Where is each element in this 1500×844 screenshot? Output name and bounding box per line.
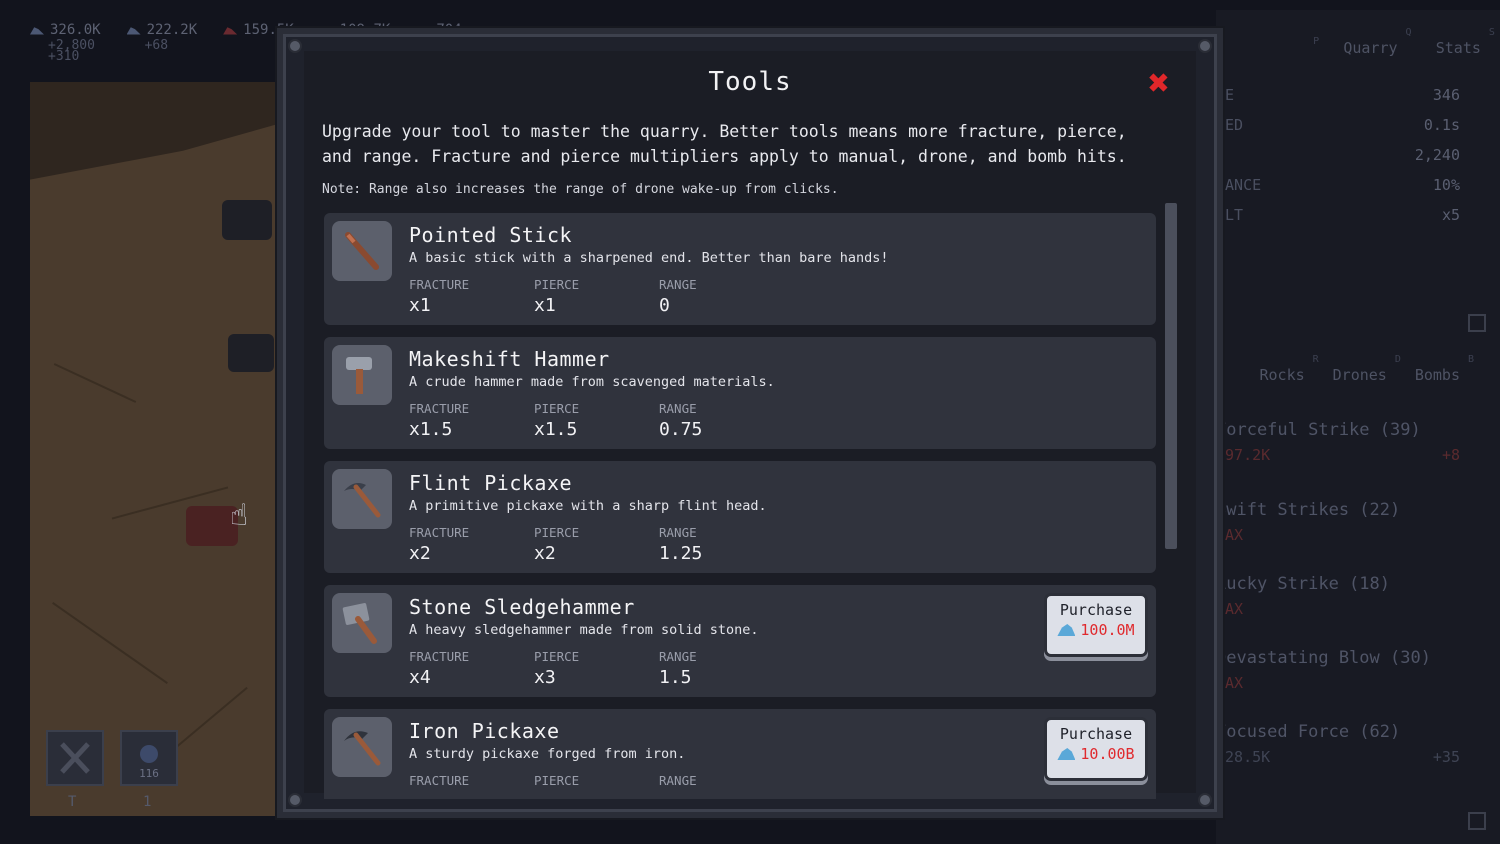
stat-range: RANGE xyxy=(659,773,697,788)
stone-icon xyxy=(30,27,44,35)
tool-thumbnail xyxy=(332,221,392,281)
stat-fracture: FRACTURE x1 xyxy=(409,277,470,316)
stat-fracture: FRACTURE x4 xyxy=(409,649,470,688)
tool-card-stone-sledgehammer: Stone Sledgehammer A heavy sledgehammer … xyxy=(324,585,1156,697)
tab-rocks[interactable]: Rocks R xyxy=(1260,354,1319,384)
stat-row: ULT x5 xyxy=(1216,206,1460,224)
tool-card-makeshift-hammer: Makeshift Hammer A crude hammer made fro… xyxy=(324,337,1156,449)
stat-range: RANGE 0 xyxy=(659,277,697,316)
stat-fracture: FRACTURE x1.5 xyxy=(409,401,470,440)
stat-pierce: PIERCE xyxy=(534,773,580,788)
tool-card-iron-pickaxe: Iron Pickaxe A sturdy pickaxe forged fro… xyxy=(324,709,1156,799)
tool-name: Pointed Stick xyxy=(409,223,573,247)
upgrade-item[interactable]: Lucky Strike (18) MAX xyxy=(1216,574,1460,618)
tool-thumbnail xyxy=(332,469,392,529)
hotkey-label: 1 xyxy=(143,794,152,810)
ore-icon xyxy=(126,27,141,35)
tool-thumbnail xyxy=(332,717,392,777)
stat-row: 2,240 xyxy=(1414,146,1460,164)
scrollbar[interactable] xyxy=(1165,203,1177,549)
purchase-button[interactable]: Purchase 10.00B xyxy=(1044,717,1148,781)
bomb-slot-button[interactable]: 116 xyxy=(120,730,178,786)
stat-range: RANGE 0.75 xyxy=(659,401,703,440)
tool-description: A crude hammer made from scavenged mater… xyxy=(409,374,775,390)
modal-note: Note: Range also increases the range of … xyxy=(322,182,839,197)
stat-pierce: PIERCE x2 xyxy=(534,525,580,564)
sledgehammer-icon xyxy=(342,603,377,644)
tool-card-flint-pickaxe: Flint Pickaxe A primitive pickaxe with a… xyxy=(324,461,1156,573)
hammer-cross-icon xyxy=(60,742,90,774)
stat-range: RANGE 1.5 xyxy=(659,649,697,688)
stick-icon xyxy=(345,232,379,270)
right-panel: P Quarry Q Stats S RE 346 EED 0.1s 2,240 HAN… xyxy=(1216,10,1500,844)
close-icon: ✖ xyxy=(1148,63,1170,104)
tool-name: Makeshift Hammer xyxy=(409,347,610,371)
modal-title: Tools xyxy=(708,67,792,97)
stat-pierce: PIERCE x1.5 xyxy=(534,401,580,440)
ruby-icon xyxy=(223,27,238,35)
tool-description: A sturdy pickaxe forged from iron. xyxy=(409,746,686,762)
tab-drones[interactable]: Drones D xyxy=(1333,354,1401,384)
tool-card-pointed-stick: Pointed Stick A basic stick with a sharp… xyxy=(324,213,1156,325)
purchase-button[interactable]: Purchase 100.0M xyxy=(1044,593,1148,657)
close-button[interactable]: ✖ xyxy=(1142,66,1176,102)
tool-thumbnail xyxy=(332,593,392,653)
bolt-icon xyxy=(1198,793,1212,807)
right-panel-tabs-lower: Rocks R Drones D Bombs B xyxy=(1216,354,1500,384)
rock[interactable] xyxy=(222,200,272,240)
tool-description: A heavy sledgehammer made from solid sto… xyxy=(409,622,759,638)
stat-row: EED 0.1s xyxy=(1216,116,1460,134)
rock[interactable] xyxy=(228,334,274,372)
pickaxe-icon xyxy=(344,483,381,518)
tool-slot-button[interactable] xyxy=(46,730,104,786)
bolt-icon xyxy=(288,39,302,53)
stat-fracture: FRACTURE xyxy=(409,773,470,788)
tab-bombs[interactable]: Bombs B xyxy=(1415,354,1474,384)
upgrade-item[interactable]: Forceful Strike (39) 397.2K +8 xyxy=(1216,420,1460,464)
upgrade-item[interactable]: Focused Force (62) 128.5K +35 xyxy=(1216,722,1460,766)
tool-name: Stone Sledgehammer xyxy=(409,595,635,619)
stat-pierce: PIERCE x3 xyxy=(534,649,580,688)
tab-stats[interactable]: Stats S xyxy=(1436,27,1495,57)
stat-pierce: PIERCE x1 xyxy=(534,277,580,316)
tool-description: A basic stick with a sharpened end. Bett… xyxy=(409,250,889,266)
expand-icon[interactable] xyxy=(1468,314,1486,332)
modal-body: Tools ✖ Upgrade your tool to master the … xyxy=(304,51,1196,799)
crystal-icon xyxy=(1057,624,1076,636)
tab-quarry[interactable]: Quarry Q xyxy=(1343,27,1411,57)
tool-list: Pointed Stick A basic stick with a sharp… xyxy=(324,213,1156,799)
quarry-map[interactable] xyxy=(30,82,285,816)
tool-description: A primitive pickaxe with a sharp flint h… xyxy=(409,498,767,514)
tool-name: Iron Pickaxe xyxy=(409,719,560,743)
stat-row: HANCE 10% xyxy=(1216,176,1460,194)
upgrade-item[interactable]: Swift Strikes (22) MAX xyxy=(1216,500,1460,544)
bolt-icon xyxy=(1198,39,1212,53)
modal-intro: Upgrade your tool to master the quarry. … xyxy=(322,122,1127,166)
stat-range: RANGE 1.25 xyxy=(659,525,703,564)
bomb-icon xyxy=(140,745,158,763)
resource-ore: 222.2K +68 xyxy=(126,22,197,62)
hotkey-label: T xyxy=(68,794,77,810)
hammer-icon xyxy=(346,357,372,394)
expand-icon[interactable] xyxy=(1468,812,1486,830)
tool-name: Flint Pickaxe xyxy=(409,471,573,495)
tools-modal: Tools ✖ Upgrade your tool to master the … xyxy=(283,34,1217,812)
resource-stone: 326.0K +2,800 +310 xyxy=(30,22,101,64)
right-panel-tabs: P Quarry Q Stats S xyxy=(1313,27,1495,57)
bolt-icon xyxy=(288,793,302,807)
hand-cursor-icon: ☝ xyxy=(230,498,249,533)
iron-pickaxe-icon xyxy=(344,731,381,766)
upgrade-item[interactable]: Devastating Blow (30) MAX xyxy=(1216,648,1460,692)
tool-thumbnail xyxy=(332,345,392,405)
crystal-icon xyxy=(1057,748,1076,760)
stats-list: RE 346 EED 0.1s 2,240 HANCE 10% ULT x5 xyxy=(1216,86,1460,236)
stat-fracture: FRACTURE x2 xyxy=(409,525,470,564)
stat-row: RE 346 xyxy=(1216,86,1460,104)
